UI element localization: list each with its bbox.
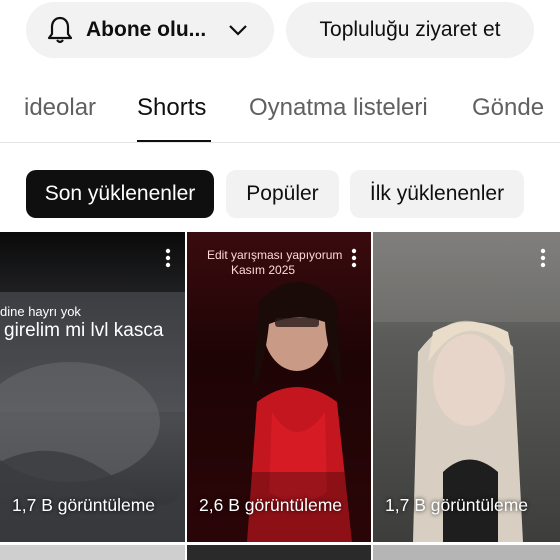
view-count: 2,6 B görüntüleme xyxy=(199,495,343,515)
channel-tabs: ideolar Shorts Oynatma listeleri Gönde xyxy=(0,84,560,143)
chip-oldest[interactable]: İlk yüklenenler xyxy=(350,170,524,218)
bell-icon xyxy=(46,15,74,45)
view-count: 1,7 B görüntüleme xyxy=(385,495,529,515)
short-thumbnail-1[interactable]: dine hayrı yok girelim mi lvl kasca 1,7 … xyxy=(0,232,185,542)
chevron-down-icon xyxy=(228,24,248,36)
active-tab-indicator xyxy=(137,140,211,142)
tab-shorts[interactable]: Shorts xyxy=(137,94,206,122)
channel-action-bar: Abone olu... Topluluğu ziyaret et xyxy=(0,0,560,70)
thumbnail-caption: Edit yarışması yapıyorum xyxy=(207,248,343,262)
sort-chips: Son yüklenenler Popüler İlk yüklenenler xyxy=(0,168,560,220)
more-vert-icon[interactable] xyxy=(351,248,357,268)
chip-oldest-label: İlk yüklenenler xyxy=(369,182,505,205)
thumbnail-caption: Kasım 2025 xyxy=(231,263,296,277)
next-row-thumbnail[interactable] xyxy=(0,545,185,560)
chip-popular[interactable]: Popüler xyxy=(226,170,339,218)
next-row-thumbnail[interactable] xyxy=(373,545,560,560)
view-count: 1,7 B görüntüleme xyxy=(12,495,156,515)
thumbnail-caption: dine hayrı yok xyxy=(0,304,81,319)
shorts-grid: dine hayrı yok girelim mi lvl kasca 1,7 … xyxy=(0,232,560,560)
short-thumbnail-2[interactable]: Edit yarışması yapıyorum Kasım 2025 2,6 … xyxy=(187,232,371,542)
visit-community-button[interactable]: Topluluğu ziyaret et xyxy=(286,2,534,58)
chip-latest-label: Son yüklenenler xyxy=(44,182,196,205)
next-row-thumbnail[interactable] xyxy=(187,545,371,560)
tab-posts[interactable]: Gönde xyxy=(472,94,544,122)
more-vert-icon[interactable] xyxy=(540,248,546,268)
tab-videos[interactable]: ideolar xyxy=(24,94,96,122)
chip-latest[interactable]: Son yüklenenler xyxy=(26,170,214,218)
short-thumbnail-3[interactable]: 1,7 B görüntüleme xyxy=(373,232,560,542)
subscribe-label: Abone olu... xyxy=(86,18,207,41)
tab-playlists[interactable]: Oynatma listeleri xyxy=(249,94,428,122)
visit-community-label: Topluluğu ziyaret et xyxy=(319,18,501,41)
thumbnail-caption: girelim mi lvl kasca xyxy=(4,320,164,341)
chip-popular-label: Popüler xyxy=(246,182,319,205)
subscribe-button[interactable]: Abone olu... xyxy=(26,2,274,58)
more-vert-icon[interactable] xyxy=(165,248,171,268)
